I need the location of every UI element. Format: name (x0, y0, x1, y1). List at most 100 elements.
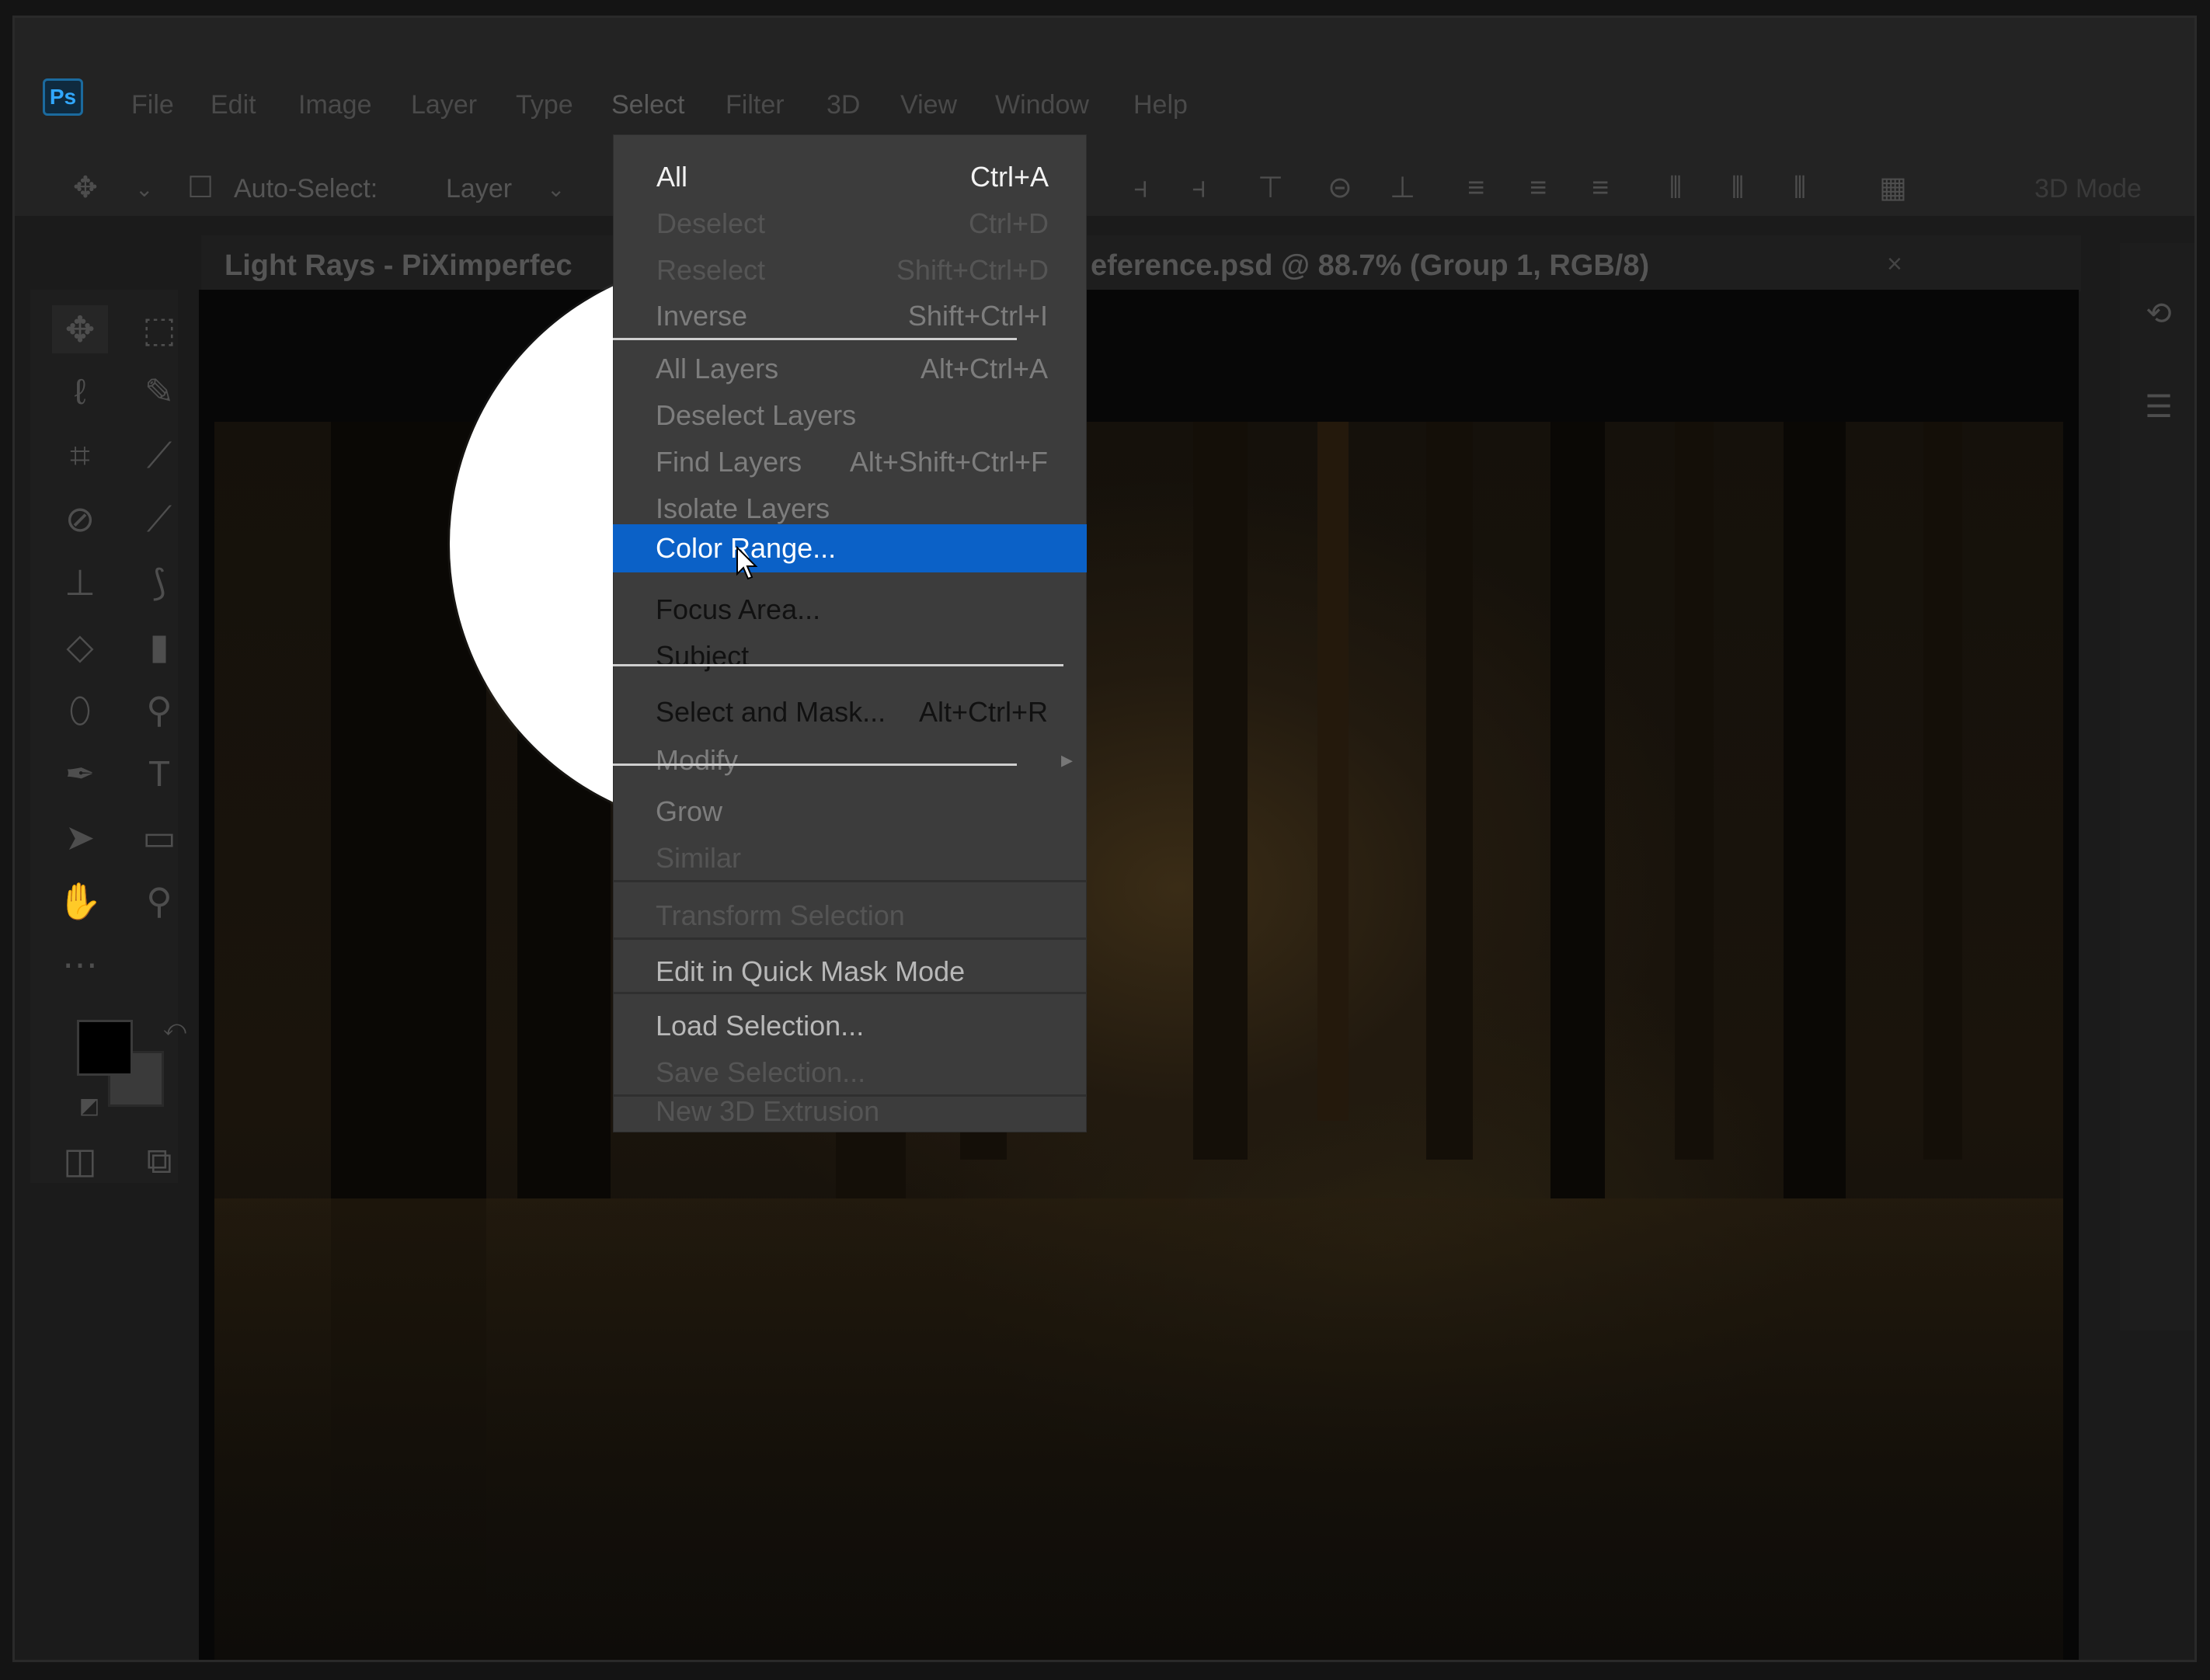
move-tool-preset-icon[interactable]: ✥ (73, 172, 98, 203)
default-colors-icon[interactable]: ◩ (61, 1082, 117, 1130)
distribute-top-icon[interactable]: ≡ (1467, 172, 1484, 203)
menu-item-new-3d-extrusion[interactable]: New 3D Extrusion (613, 1091, 1087, 1132)
auto-select-checkbox[interactable]: ☐ (187, 172, 214, 203)
3d-mode-label: 3D Mode (2034, 174, 2142, 203)
forest-floor (214, 1198, 2063, 1660)
foreground-color-swatch[interactable] (77, 1020, 133, 1076)
menu-item-load-selection[interactable]: Load Selection... (613, 1006, 1087, 1046)
blur-icon[interactable]: ⬯ (52, 686, 108, 734)
distribute-hcenter-icon[interactable]: ⫴ (1731, 172, 1744, 203)
tree-trunk (1317, 422, 1349, 1121)
type-icon[interactable]: T (131, 750, 187, 798)
menu-separator (613, 763, 1017, 766)
auto-align-icon[interactable]: ▦ (1879, 172, 1907, 203)
hand-icon[interactable]: ✋ (52, 877, 108, 925)
history-brush-icon[interactable]: ⟆ (131, 558, 187, 607)
distribute-right-icon[interactable]: ⫴ (1794, 172, 1806, 203)
tree-trunk (1550, 422, 1605, 1198)
stamp-icon[interactable]: ⊥ (52, 558, 108, 607)
menu-item-inverse[interactable]: Inverse Shift+Ctrl+I (613, 296, 1087, 336)
menu-separator (613, 937, 1087, 940)
menu-item-deselect-layers[interactable]: Deselect Layers (613, 395, 1087, 436)
menu-item-isolate-layers[interactable]: Isolate Layers (613, 489, 1087, 529)
rectangle-icon[interactable]: ▭ (131, 813, 187, 861)
gradient-icon[interactable]: ▮ (131, 622, 187, 670)
align-horizontal-centers-icon[interactable]: ⫞ (1192, 172, 1206, 203)
tree-trunk (1426, 422, 1473, 1160)
align-bottom-edges-icon[interactable]: ⊥ (1390, 172, 1415, 203)
crop-icon[interactable]: ⌗ (52, 431, 108, 479)
zoom-icon[interactable]: ⚲ (131, 877, 187, 925)
screen: Ps File Edit Image Layer Type Select Fil… (0, 0, 2210, 1680)
more-tools-icon[interactable]: ⋯ (52, 941, 108, 989)
path-select-icon[interactable]: ➤ (52, 813, 108, 861)
distribute-center-icon[interactable]: ≡ (1530, 172, 1547, 203)
menu-item-quick-mask[interactable]: Edit in Quick Mask Mode (613, 951, 1087, 992)
menu-3d[interactable]: 3D (827, 89, 860, 120)
menu-item-select-and-mask[interactable]: Select and Mask... Alt+Ctrl+R (613, 692, 1087, 732)
photoshop-logo: Ps (43, 78, 83, 116)
menu-item-subject[interactable]: Subject (613, 636, 1087, 677)
tree-trunk (1923, 422, 1962, 1160)
healing-icon[interactable]: ⊘ (52, 495, 108, 543)
menu-item-transform-selection[interactable]: Transform Selection (613, 896, 1087, 936)
tools-panel: ✥ ⬚ ℓ ✎ ⌗ ⟋ ⊘ ⟋ ⊥ ⟆ ◇ ▮ ⬯ ⚲ ✒ T ➤ ▭ ✋ ⚲ … (30, 290, 186, 1184)
close-icon[interactable]: × (1887, 249, 1902, 280)
document-title: Light Rays - PiXimperfec (224, 249, 573, 282)
tree-trunk (1193, 422, 1248, 1160)
dodge-icon[interactable]: ⚲ (131, 686, 187, 734)
eyedropper-icon[interactable]: ⟋ (131, 431, 187, 479)
menu-edit[interactable]: Edit (211, 89, 256, 120)
tree-trunk (1784, 422, 1846, 1198)
menu-item-similar[interactable]: Similar (613, 838, 1087, 878)
menu-image[interactable]: Image (298, 89, 372, 120)
menu-item-all-layers[interactable]: All Layers Alt+Ctrl+A (613, 349, 1087, 389)
align-top-edges-icon[interactable]: ⊤ (1258, 172, 1283, 203)
menu-filter[interactable]: Filter (726, 89, 785, 120)
menu-window[interactable]: Window (995, 89, 1089, 120)
photoshop-window: Ps File Edit Image Layer Type Select Fil… (12, 16, 2197, 1662)
menu-select[interactable]: Select (611, 89, 685, 120)
auto-select-dropdown[interactable]: Layer (446, 174, 512, 204)
menu-layer[interactable]: Layer (411, 89, 477, 120)
marquee-icon[interactable]: ⬚ (131, 305, 187, 353)
lasso-icon[interactable]: ℓ (52, 367, 108, 416)
menu-item-grow[interactable]: Grow (613, 791, 1087, 832)
menu-separator (613, 992, 1087, 994)
document-tab[interactable]: Light Rays - PiXimperfec eference.psd @ … (201, 235, 2081, 291)
move-icon[interactable]: ✥ (52, 305, 108, 353)
chevron-down-icon[interactable]: ⌄ (135, 174, 153, 205)
eraser-icon[interactable]: ◇ (52, 622, 108, 670)
quick-select-icon[interactable]: ✎ (131, 367, 187, 416)
select-menu-items: Inverse Shift+Ctrl+I All Layers Alt+Ctrl+A… (613, 134, 1087, 1132)
brush-icon[interactable]: ⟋ (131, 495, 187, 543)
history-panel-icon[interactable]: ⟲ (2131, 290, 2187, 338)
distribute-bottom-icon[interactable]: ≡ (1592, 172, 1609, 203)
document-title-continued: eference.psd @ 88.7% (Group 1, RGB/8) (1091, 249, 1650, 282)
menu-separator (613, 664, 1063, 666)
mouse-cursor-icon (736, 546, 758, 580)
menu-help[interactable]: Help (1133, 89, 1188, 120)
swap-colors-icon[interactable]: ⤺ (147, 1004, 203, 1052)
align-vertical-centers-icon[interactable]: ⊝ (1328, 172, 1352, 203)
align-left-edges-icon[interactable]: ⫞ (1133, 172, 1148, 203)
pen-icon[interactable]: ✒ (52, 750, 108, 798)
menu-type[interactable]: Type (516, 89, 573, 120)
menu-file[interactable]: File (131, 89, 174, 120)
screen-mode-icon[interactable]: ⧉ (131, 1136, 187, 1184)
menu-item-focus-area[interactable]: Focus Area... (613, 590, 1087, 630)
tree-trunk (1675, 422, 1714, 1160)
chevron-down-icon[interactable]: ⌄ (547, 174, 565, 205)
menu-view[interactable]: View (900, 89, 957, 120)
quick-mask-icon[interactable]: ◫ (52, 1136, 108, 1184)
menu-item-save-selection[interactable]: Save Selection... (613, 1052, 1087, 1093)
menu-separator (613, 880, 1087, 882)
menu-item-find-layers[interactable]: Find Layers Alt+Shift+Ctrl+F (613, 442, 1087, 482)
menu-item-color-range[interactable]: Color Range... (613, 524, 1087, 572)
options-bar: ✥ ⌄ ☐ Auto-Select: Layer ⌄ ⫞ ⫞ ⊤ ⊝ ⊥ ≡ ≡… (15, 162, 2194, 216)
menu-bar: Ps File Edit Image Layer Type Select Fil… (15, 18, 2194, 173)
menu-item-modify[interactable]: Modify ▸ (613, 740, 1087, 781)
properties-panel-icon[interactable]: ☰ (2131, 383, 2187, 431)
auto-select-label: Auto-Select: (234, 174, 378, 203)
distribute-left-icon[interactable]: ⫴ (1669, 172, 1682, 203)
